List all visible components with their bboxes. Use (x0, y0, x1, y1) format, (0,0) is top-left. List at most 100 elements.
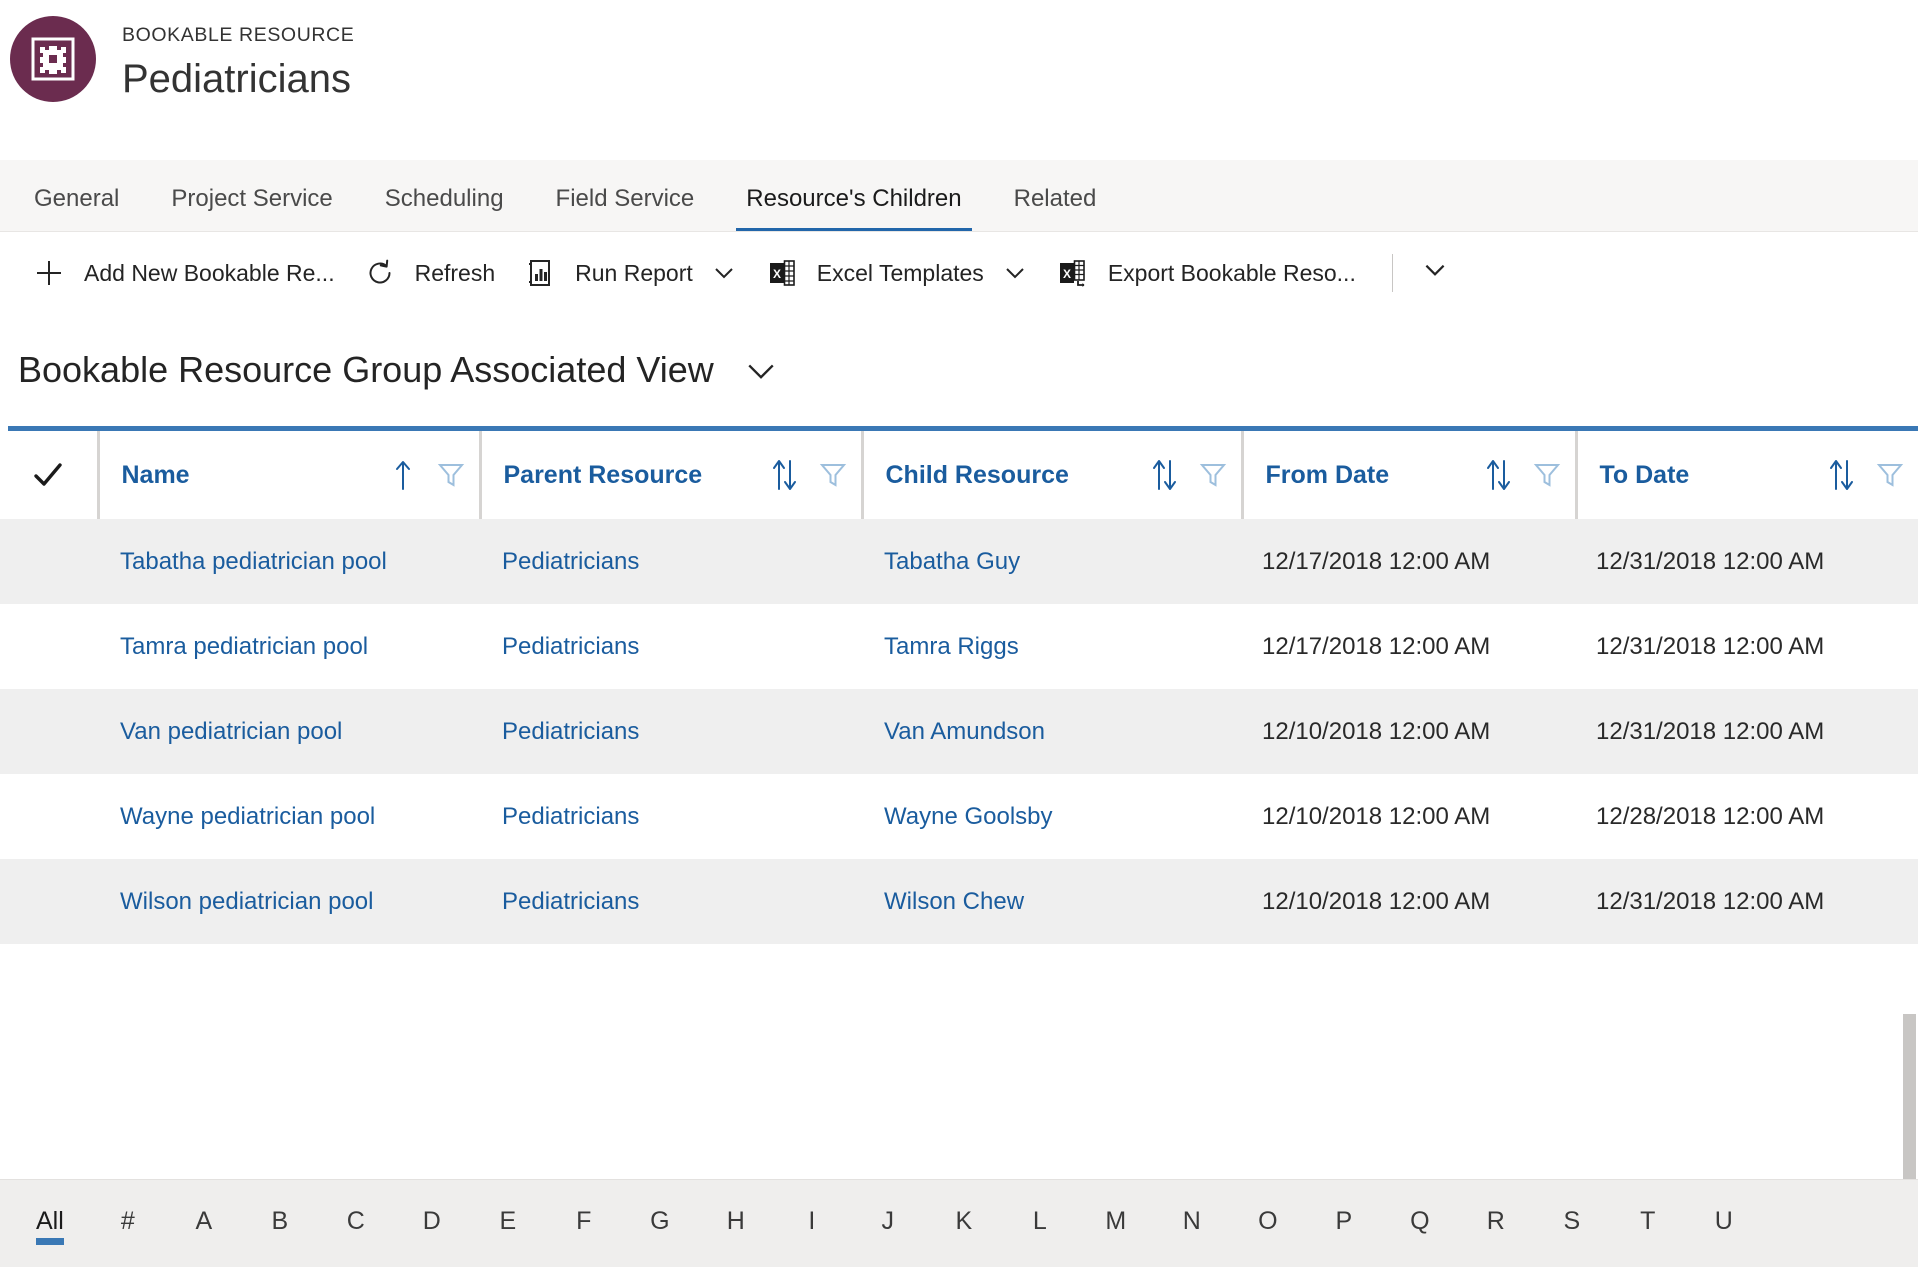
run-report-button[interactable]: Run Report (509, 245, 751, 301)
alpha-filter-t[interactable]: T (1634, 1203, 1662, 1245)
row-select-cell[interactable] (0, 859, 98, 944)
row-select-cell[interactable] (0, 519, 98, 604)
alpha-filter-h[interactable]: H (722, 1203, 750, 1245)
alpha-filter-m[interactable]: M (1102, 1203, 1130, 1245)
alpha-filter-b[interactable]: B (266, 1203, 294, 1245)
cell-from-date: 12/10/2018 12:00 AM (1262, 887, 1491, 915)
alpha-filter-n[interactable]: N (1178, 1203, 1206, 1245)
filter-icon[interactable] (437, 460, 465, 490)
sort-both-icon[interactable] (1149, 457, 1179, 493)
cell-parent-resource[interactable]: Pediatricians (480, 802, 862, 832)
alpha-filter-k[interactable]: K (950, 1203, 978, 1245)
chevron-down-icon[interactable] (744, 353, 778, 387)
alpha-filter-u[interactable]: U (1710, 1203, 1738, 1245)
table-row[interactable]: Wayne pediatrician pool Pediatricians Wa… (0, 774, 1918, 859)
table-row[interactable]: Tabatha pediatrician pool Pediatricians … (0, 519, 1918, 604)
column-header-parent-resource[interactable]: Parent Resource (478, 431, 862, 519)
alpha-filter-j[interactable]: J (874, 1203, 902, 1245)
checkmark-icon[interactable] (0, 431, 97, 519)
tab-project-service[interactable]: Project Service (145, 183, 358, 231)
tab-related[interactable]: Related (988, 183, 1123, 231)
alpha-filter-p[interactable]: P (1330, 1203, 1358, 1245)
cell-child-resource[interactable]: Van Amundson (862, 717, 1242, 747)
cell-name[interactable]: Tabatha pediatrician pool (98, 547, 480, 577)
chevron-down-icon[interactable] (1002, 260, 1028, 286)
entity-avatar (10, 16, 96, 102)
filter-icon[interactable] (1199, 460, 1227, 490)
cell-name[interactable]: Van pediatrician pool (98, 717, 480, 747)
alpha-filter-g[interactable]: G (646, 1203, 674, 1245)
cell-child-resource[interactable]: Wayne Goolsby (862, 802, 1242, 832)
chevron-down-icon[interactable] (711, 260, 737, 286)
sort-both-icon[interactable] (1826, 457, 1856, 493)
table-row[interactable]: Tamra pediatrician pool Pediatricians Ta… (0, 604, 1918, 689)
column-header-to-date[interactable]: To Date (1574, 431, 1918, 519)
alpha-filter-a[interactable]: A (190, 1203, 218, 1245)
cell-parent-resource[interactable]: Pediatricians (480, 887, 862, 917)
command-bar-overflow-button[interactable] (1405, 245, 1465, 301)
alpha-filter-l[interactable]: L (1026, 1203, 1054, 1245)
cell-name[interactable]: Wilson pediatrician pool (98, 887, 480, 917)
alpha-filter-r[interactable]: R (1482, 1203, 1510, 1245)
cell-child-resource[interactable]: Tamra Riggs (862, 632, 1242, 662)
add-new-bookable-resource-button[interactable]: Add New Bookable Re... (18, 245, 349, 301)
export-bookable-resources-button[interactable]: X Export Bookable Reso... (1042, 245, 1370, 301)
row-select-cell[interactable] (0, 774, 98, 859)
alpha-filter-all[interactable]: All (34, 1203, 66, 1245)
alpha-filter-hash[interactable]: # (114, 1203, 142, 1245)
sort-both-icon[interactable] (769, 457, 799, 493)
alpha-filter-i[interactable]: I (798, 1203, 826, 1245)
report-icon (523, 256, 557, 290)
table-row[interactable]: Wilson pediatrician pool Pediatricians W… (0, 859, 1918, 944)
cell-child-resource[interactable]: Tabatha Guy (862, 547, 1242, 577)
column-header-label[interactable]: Name (122, 460, 383, 490)
select-all-header[interactable] (0, 431, 98, 519)
cell-name[interactable]: Tamra pediatrician pool (98, 632, 480, 662)
excel-templates-button[interactable]: X Excel Templates (751, 245, 1042, 301)
alpha-filter-e[interactable]: E (494, 1203, 522, 1245)
alpha-filter-c[interactable]: C (342, 1203, 370, 1245)
filter-icon[interactable] (1533, 460, 1561, 490)
column-header-label[interactable]: Child Resource (886, 460, 1143, 490)
filter-icon[interactable] (1876, 460, 1904, 490)
row-select-cell[interactable] (0, 604, 98, 689)
alpha-filter-f[interactable]: F (570, 1203, 598, 1245)
grid-scrollbar-thumb[interactable] (1903, 1014, 1916, 1204)
alpha-filter-o[interactable]: O (1254, 1203, 1282, 1245)
column-header-label[interactable]: From Date (1266, 460, 1477, 490)
command-label: Export Bookable Reso... (1107, 259, 1356, 286)
refresh-button[interactable]: Refresh (349, 245, 510, 301)
svg-text:X: X (1063, 267, 1071, 281)
tab-label: Field Service (555, 185, 695, 212)
column-header-name[interactable]: Name (96, 431, 480, 519)
entity-type-label: BOOKABLE RESOURCE (122, 24, 355, 46)
column-header-child-resource[interactable]: Child Resource (860, 431, 1242, 519)
column-header-label[interactable]: To Date (1600, 460, 1821, 490)
cell-from-date: 12/17/2018 12:00 AM (1262, 547, 1491, 575)
sort-asc-icon[interactable] (389, 457, 417, 493)
cell-parent-resource[interactable]: Pediatricians (480, 547, 862, 577)
cell-parent-resource[interactable]: Pediatricians (480, 632, 862, 662)
tab-resources-children[interactable]: Resource's Children (720, 183, 987, 231)
filter-icon[interactable] (819, 460, 847, 490)
sort-both-icon[interactable] (1483, 457, 1513, 493)
tab-general[interactable]: General (8, 183, 145, 231)
alpha-filter-q[interactable]: Q (1406, 1203, 1434, 1245)
cell-from-date: 12/17/2018 12:00 AM (1262, 632, 1491, 660)
tab-scheduling[interactable]: Scheduling (359, 183, 530, 231)
column-header-from-date[interactable]: From Date (1240, 431, 1576, 519)
command-label: Excel Templates (816, 259, 984, 286)
row-select-cell[interactable] (0, 689, 98, 774)
cell-child-resource[interactable]: Wilson Chew (862, 887, 1242, 917)
alpha-filter-d[interactable]: D (418, 1203, 446, 1245)
cell-parent-resource[interactable]: Pediatricians (480, 717, 862, 747)
tab-field-service[interactable]: Field Service (530, 183, 721, 231)
view-title[interactable]: Bookable Resource Group Associated View (18, 348, 714, 392)
cell-to-date: 12/31/2018 12:00 AM (1596, 547, 1825, 575)
cell-name[interactable]: Wayne pediatrician pool (98, 802, 480, 832)
table-row[interactable]: Van pediatrician pool Pediatricians Van … (0, 689, 1918, 774)
command-bar-divider (1391, 253, 1393, 292)
plus-icon (32, 256, 66, 290)
column-header-label[interactable]: Parent Resource (504, 460, 763, 490)
alpha-filter-s[interactable]: S (1558, 1203, 1586, 1245)
